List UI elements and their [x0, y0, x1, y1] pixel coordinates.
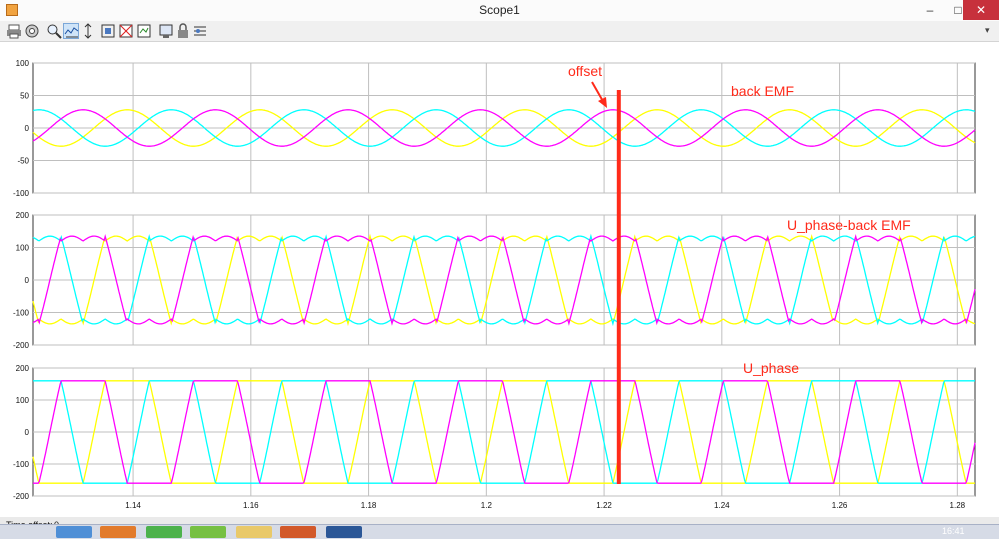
system-tray[interactable]: [800, 526, 920, 538]
y-tick-label: 50: [20, 92, 29, 101]
x-tick-label: 1.2: [481, 501, 493, 510]
x-tick-label: 1.16: [243, 501, 259, 510]
autoscale-icon[interactable]: [100, 23, 116, 39]
app-taskbar-icon[interactable]: [100, 526, 136, 538]
y-tick-label: 100: [16, 396, 30, 405]
folder-taskbar-icon[interactable]: [236, 526, 272, 538]
offset-label: offset: [568, 63, 602, 79]
x-tick-label: 1.22: [596, 501, 612, 510]
y-tick-label: -100: [13, 309, 30, 318]
x-tick-label: 1.26: [832, 501, 848, 510]
lock-axes-icon[interactable]: [175, 23, 191, 39]
y-tick-label: -200: [13, 492, 30, 501]
zoom-x-icon[interactable]: [63, 23, 79, 39]
matlab-taskbar-icon[interactable]: [280, 526, 316, 538]
browser-taskbar-icon[interactable]: [146, 526, 182, 538]
scope-plot-area: -100 -50 0 50 100 back EMF -200 -100 0 100 200 U_ph…: [0, 42, 999, 517]
window-title: Scope1: [479, 3, 520, 17]
title-bar: Scope1 – □ ✕: [0, 0, 999, 22]
y-tick-label: 0: [25, 276, 30, 285]
restore-axes-icon[interactable]: [136, 23, 152, 39]
parameters-icon[interactable]: [24, 23, 40, 39]
word-taskbar-icon[interactable]: [326, 526, 362, 538]
ie-taskbar-icon[interactable]: [56, 526, 92, 538]
y-tick-label: 200: [16, 364, 30, 373]
signal-selection-icon[interactable]: [192, 23, 208, 39]
close-button[interactable]: ✕: [963, 0, 999, 20]
y-tick-label: -50: [17, 157, 29, 166]
print-icon[interactable]: [6, 23, 22, 39]
y-tick-label: -100: [13, 189, 30, 198]
chat-taskbar-icon[interactable]: [190, 526, 226, 538]
zoom-icon[interactable]: [46, 23, 62, 39]
zoom-y-icon[interactable]: [80, 23, 96, 39]
toolbar: ▾: [0, 21, 999, 42]
taskbar-clock: 16:41: [942, 526, 965, 536]
os-taskbar: 16:41: [0, 524, 999, 539]
y-tick-label: 0: [25, 428, 30, 437]
x-tick-label: 1.18: [361, 501, 377, 510]
annotation-label: U_phase: [743, 360, 799, 376]
scope-plots: -100 -50 0 50 100 back EMF -200 -100 0 100 200 U_ph…: [13, 59, 976, 510]
save-axes-icon[interactable]: [118, 23, 134, 39]
minimize-button[interactable]: –: [916, 0, 944, 20]
annotation-label: back EMF: [731, 83, 794, 99]
y-tick-label: 0: [25, 124, 30, 133]
x-tick-label: 1.24: [714, 501, 730, 510]
floating-scope-icon[interactable]: [158, 23, 174, 39]
x-tick-label: 1.28: [950, 501, 966, 510]
y-tick-label: 100: [16, 59, 30, 68]
y-tick-label: 200: [16, 211, 30, 220]
y-tick-label: 100: [16, 244, 30, 253]
y-tick-label: -200: [13, 341, 30, 350]
x-tick-label: 1.14: [125, 501, 141, 510]
annotation-label: U_phase-back EMF: [787, 217, 911, 233]
y-tick-label: -100: [13, 460, 30, 469]
toolbar-overflow-icon[interactable]: ▾: [985, 25, 990, 36]
